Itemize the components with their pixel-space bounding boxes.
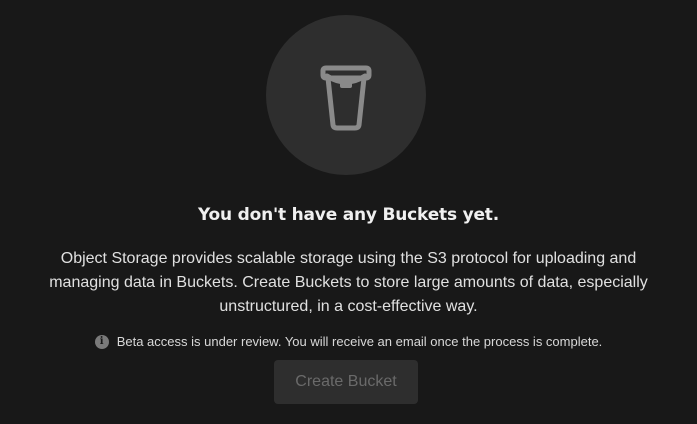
beta-notice: i Beta access is under review. You will …: [0, 334, 697, 349]
bucket-icon-circle: [266, 15, 426, 175]
bucket-icon: [320, 65, 372, 131]
empty-state: You don't have any Buckets yet. Object S…: [0, 0, 697, 424]
create-bucket-button[interactable]: Create Bucket: [274, 360, 418, 404]
empty-state-title: You don't have any Buckets yet.: [197, 205, 499, 225]
beta-notice-text: Beta access is under review. You will re…: [116, 334, 603, 349]
info-icon: i: [94, 334, 109, 349]
empty-state-description: Object Storage provides scalable storage…: [49, 250, 648, 315]
